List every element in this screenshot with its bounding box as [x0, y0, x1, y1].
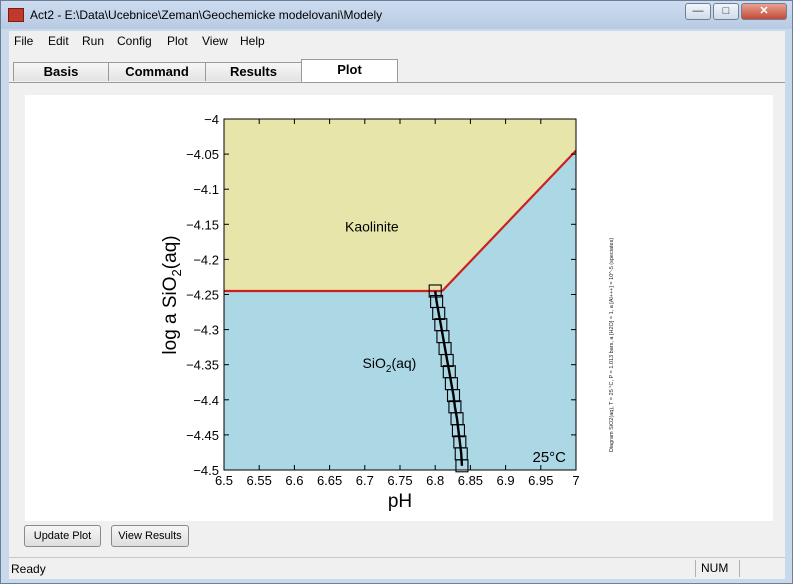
window-title: Act2 - E:\Data\Ucebnice\Zeman\Geochemick… [30, 8, 383, 22]
region-label-kaolinite: Kaolinite [345, 218, 399, 234]
app-window: Act2 - E:\Data\Ucebnice\Zeman\Geochemick… [0, 0, 793, 584]
y-tick-label-7: −4.35 [186, 358, 219, 373]
close-button[interactable]: ✕ [741, 3, 787, 20]
menu-view[interactable]: View [202, 34, 228, 48]
x-tick-label-8: 6.9 [497, 473, 515, 488]
activity-diagram: 6.5 6.55 6.6 6.65 6.7 6.75 6.8 6.85 6.9 6.95 7 −4−… [160, 112, 615, 512]
y-tick-label-8: −4.4 [193, 393, 219, 408]
status-bar: Ready NUM [9, 557, 785, 579]
maximize-button[interactable]: □ [713, 3, 739, 20]
plot-panel[interactable]: 6.5 6.55 6.6 6.65 6.7 6.75 6.8 6.85 6.9 6.95 7 −4−… [25, 95, 773, 521]
app-icon [8, 8, 24, 22]
y-tick-label-3: −4.15 [186, 217, 219, 232]
y-axis-label-tail: (aq) [160, 235, 181, 269]
x-tick-label-5: 6.75 [387, 473, 412, 488]
x-tick-label-7: 6.85 [458, 473, 483, 488]
status-text: Ready [11, 562, 46, 576]
menu-edit[interactable]: Edit [48, 34, 69, 48]
menu-run[interactable]: Run [82, 34, 104, 48]
x-tick-label-1: 6.55 [247, 473, 272, 488]
y-tick-label-4: −4.2 [193, 252, 219, 267]
menu-config[interactable]: Config [117, 34, 152, 48]
x-tick-label-3: 6.65 [317, 473, 342, 488]
menu-plot[interactable]: Plot [167, 34, 188, 48]
y-tick-label-6: −4.3 [193, 323, 219, 338]
tab-plot[interactable]: Plot [301, 59, 398, 83]
title-bar[interactable]: Act2 - E:\Data\Ucebnice\Zeman\Geochemick… [1, 1, 792, 29]
update-plot-button[interactable]: Update Plot [24, 525, 101, 547]
tab-command[interactable]: Command [108, 62, 206, 81]
tab-results[interactable]: Results [205, 62, 302, 81]
menu-help[interactable]: Help [240, 34, 265, 48]
minimize-button[interactable]: — [685, 3, 711, 20]
y-tick-label-5: −4.25 [186, 288, 219, 303]
status-pane-empty [739, 560, 783, 577]
y-axis-label-sub: 2 [169, 269, 184, 276]
region-label-sio2-tail: (aq) [391, 355, 416, 371]
tab-bar: Basis Command Results Plot [9, 51, 785, 83]
menu-file[interactable]: File [14, 34, 33, 48]
y-axis-label: log a SiO2(aq) [160, 235, 184, 354]
tab-basis[interactable]: Basis [13, 62, 109, 81]
x-axis-label: pH [388, 491, 412, 512]
y-tick-label-2: −4.1 [193, 182, 219, 197]
y-tick-label-1: −4.05 [186, 147, 219, 162]
x-tick-label-6: 6.8 [426, 473, 444, 488]
temperature-label: 25°C [532, 449, 566, 466]
stability-regions [224, 119, 576, 470]
x-tick-label-9: 6.95 [528, 473, 553, 488]
view-results-button[interactable]: View Results [111, 525, 189, 547]
y-axis-label-main: log a SiO [160, 276, 181, 354]
plot-tab-content: 6.5 6.55 6.6 6.65 6.7 6.75 6.8 6.85 6.9 6.95 7 −4−… [9, 82, 785, 558]
menu-bar: File Edit Run Config Plot View Help [9, 31, 785, 52]
y-tick-label-0: −4 [204, 112, 219, 127]
side-caption: Diagram SiO2(aq), T = 25 °C, P = 1.013 b… [609, 238, 615, 453]
y-tick-label-10: −4.5 [193, 463, 219, 478]
region-label-sio2-main: SiO [363, 355, 386, 371]
x-tick-label-2: 6.6 [285, 473, 303, 488]
x-tick-label-10: 7 [572, 473, 579, 488]
y-tick-label-9: −4.45 [186, 428, 219, 443]
num-lock-indicator: NUM [695, 560, 739, 577]
x-tick-label-4: 6.7 [356, 473, 374, 488]
